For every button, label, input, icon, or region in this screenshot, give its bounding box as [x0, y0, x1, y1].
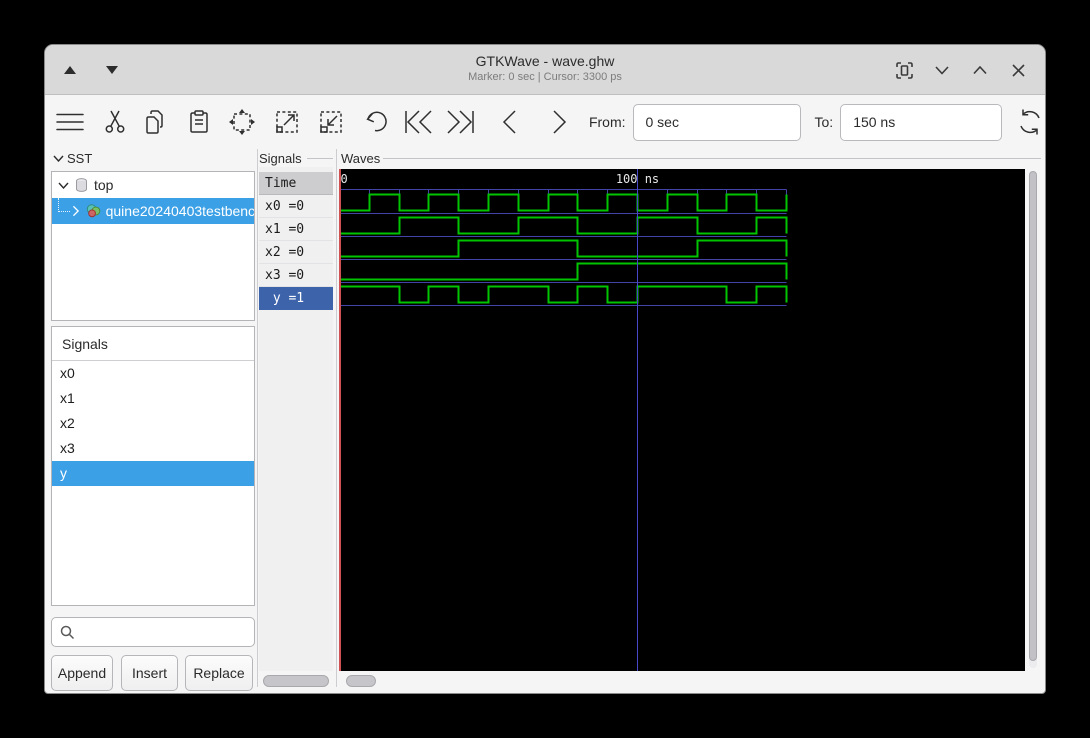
replace-button[interactable]: Replace	[185, 655, 253, 691]
zoom-out-button[interactable]	[316, 104, 347, 140]
maximize-button[interactable]	[969, 59, 991, 81]
next-edge-button[interactable]	[544, 104, 575, 140]
triangle-up-icon	[64, 66, 76, 74]
signals-list-panel: Signals x0 x1 x2 x3 y	[51, 326, 255, 606]
scope-icon	[76, 178, 87, 192]
main-toolbar: From: To:	[45, 95, 1045, 149]
close-button[interactable]	[1007, 59, 1029, 81]
search-icon	[60, 625, 75, 639]
wave-row-label-y[interactable]: y =1	[259, 287, 333, 310]
tree-item-label: quine20240403testbench	[105, 203, 254, 219]
skip-to-end-icon	[447, 110, 474, 134]
chevron-down-icon	[935, 65, 949, 75]
insert-button[interactable]: Insert	[121, 655, 178, 691]
expander-down-icon	[58, 182, 69, 189]
expander-right-icon	[72, 205, 80, 217]
title-bar: GTKWave - wave.ghw Marker: 0 sec | Curso…	[45, 45, 1045, 95]
pane-splitter-left[interactable]	[256, 149, 258, 687]
close-icon	[1011, 63, 1025, 77]
signals-list-header: Signals	[52, 327, 254, 361]
chevron-up-icon	[973, 65, 987, 74]
zoom-in-icon	[275, 111, 298, 133]
time-column-header[interactable]: Time	[259, 172, 333, 195]
signal-list-item-x0[interactable]: x0	[52, 361, 254, 386]
signal-list-item-y[interactable]: y	[52, 461, 254, 486]
reload-button[interactable]	[1014, 104, 1045, 140]
triangle-down-icon	[106, 66, 118, 74]
signal-list-item-x2[interactable]: x2	[52, 411, 254, 436]
copy-button[interactable]	[141, 104, 172, 140]
chevron-left-icon	[502, 110, 516, 134]
waves-horizontal-scrollbar[interactable]	[346, 675, 1041, 687]
from-input[interactable]	[632, 103, 801, 141]
zoom-out-icon	[320, 111, 343, 133]
reload-icon	[1019, 109, 1040, 135]
tree-item-top[interactable]: top	[52, 172, 254, 198]
undo-button[interactable]	[361, 104, 392, 140]
minimize-button[interactable]	[931, 59, 953, 81]
scrollbar-thumb[interactable]	[1029, 171, 1037, 661]
scrollbar-thumb[interactable]	[263, 675, 329, 687]
signal-names-panel: Time x0 =0 x1 =0 x2 =0 x3 =0 y =1	[259, 167, 333, 671]
menu-button[interactable]	[55, 104, 86, 140]
wave-canvas: 0 100 ns	[339, 169, 788, 671]
paste-button[interactable]	[183, 104, 214, 140]
wave-row-label-x1[interactable]: x1 =0	[259, 218, 333, 241]
shift-up-button[interactable]	[59, 59, 81, 81]
sst-tree: top quine20240403testbench	[51, 171, 255, 321]
scissors-icon	[105, 110, 125, 133]
fullscreen-button[interactable]	[893, 59, 915, 81]
pane-splitter-right[interactable]	[336, 149, 337, 687]
shift-down-button[interactable]	[101, 59, 123, 81]
tree-item-label: top	[94, 177, 114, 193]
sst-expander[interactable]: SST	[53, 151, 92, 166]
skip-to-end-button[interactable]	[444, 104, 475, 140]
svg-text:0: 0	[341, 172, 348, 186]
signal-list-item-x1[interactable]: x1	[52, 386, 254, 411]
fullscreen-icon	[895, 61, 913, 79]
waves-frame-line	[383, 158, 1041, 159]
module-icon	[86, 204, 100, 218]
names-frame-label: Signals	[259, 151, 302, 166]
menu-icon	[56, 113, 85, 131]
wave-row-label-x3[interactable]: x3 =0	[259, 264, 333, 287]
tree-branch-line	[58, 198, 70, 212]
zoom-fit-button[interactable]	[226, 104, 257, 140]
append-button[interactable]: Append	[51, 655, 113, 691]
scrollbar-thumb[interactable]	[346, 675, 376, 687]
wave-row-label-x2[interactable]: x2 =0	[259, 241, 333, 264]
skip-to-start-icon	[405, 110, 432, 134]
action-buttons: Append Insert Replace	[51, 655, 255, 691]
gtkwave-window: GTKWave - wave.ghw Marker: 0 sec | Curso…	[44, 44, 1046, 694]
paste-icon	[190, 110, 208, 133]
names-horizontal-scrollbar[interactable]	[261, 675, 331, 687]
prev-edge-button[interactable]	[493, 104, 524, 140]
wave-row-label-x0[interactable]: x0 =0	[259, 195, 333, 218]
signal-list-item-x3[interactable]: x3	[52, 436, 254, 461]
waves-frame-label: Waves	[341, 151, 381, 166]
wave-display-area[interactable]: 0 100 ns	[339, 169, 1025, 671]
undo-icon	[366, 111, 387, 132]
chevron-right-icon	[552, 110, 566, 134]
copy-icon	[146, 110, 163, 134]
zoom-fit-icon	[228, 109, 255, 135]
from-label: From:	[588, 114, 626, 130]
to-input[interactable]	[840, 103, 1003, 141]
skip-to-start-button[interactable]	[404, 104, 435, 140]
sst-label: SST	[67, 151, 93, 166]
names-frame-line	[307, 158, 333, 159]
to-label: To:	[814, 114, 834, 130]
expander-down-icon	[53, 155, 64, 162]
signal-search-field[interactable]	[51, 617, 255, 647]
waves-vertical-scrollbar[interactable]	[1029, 171, 1037, 668]
zoom-in-button[interactable]	[271, 104, 302, 140]
cut-button[interactable]	[100, 104, 131, 140]
tree-item-testbench[interactable]: quine20240403testbench	[52, 198, 254, 224]
